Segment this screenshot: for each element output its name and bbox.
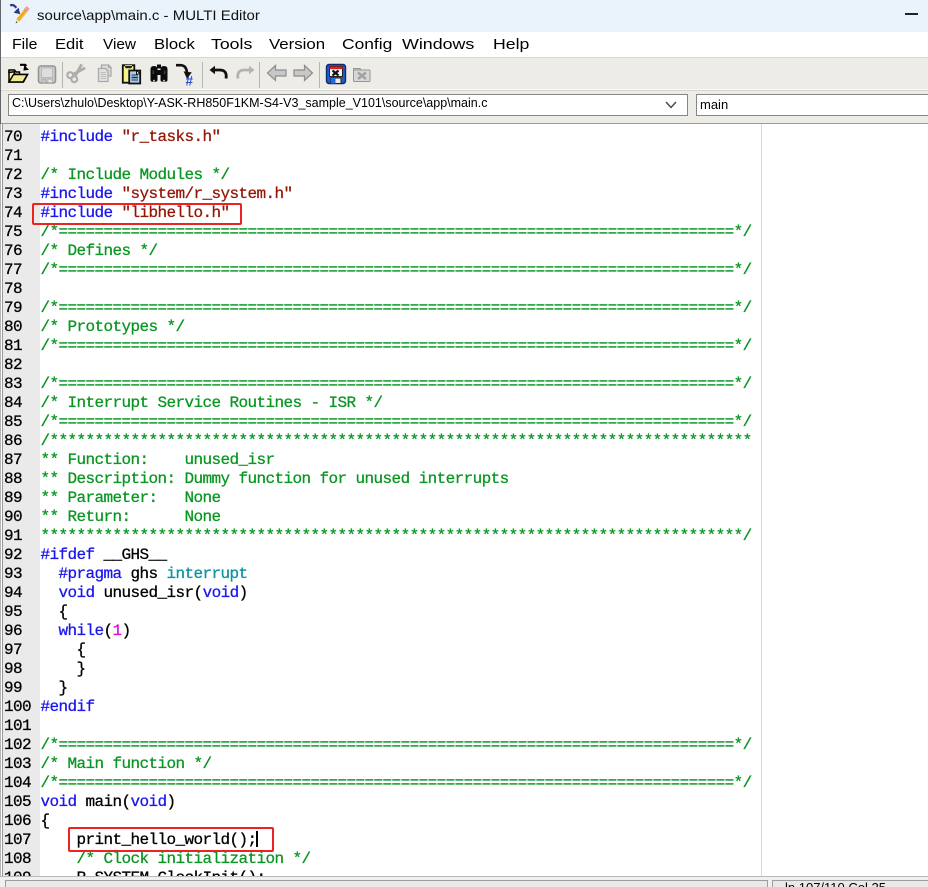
svg-text:#: # bbox=[186, 74, 194, 87]
